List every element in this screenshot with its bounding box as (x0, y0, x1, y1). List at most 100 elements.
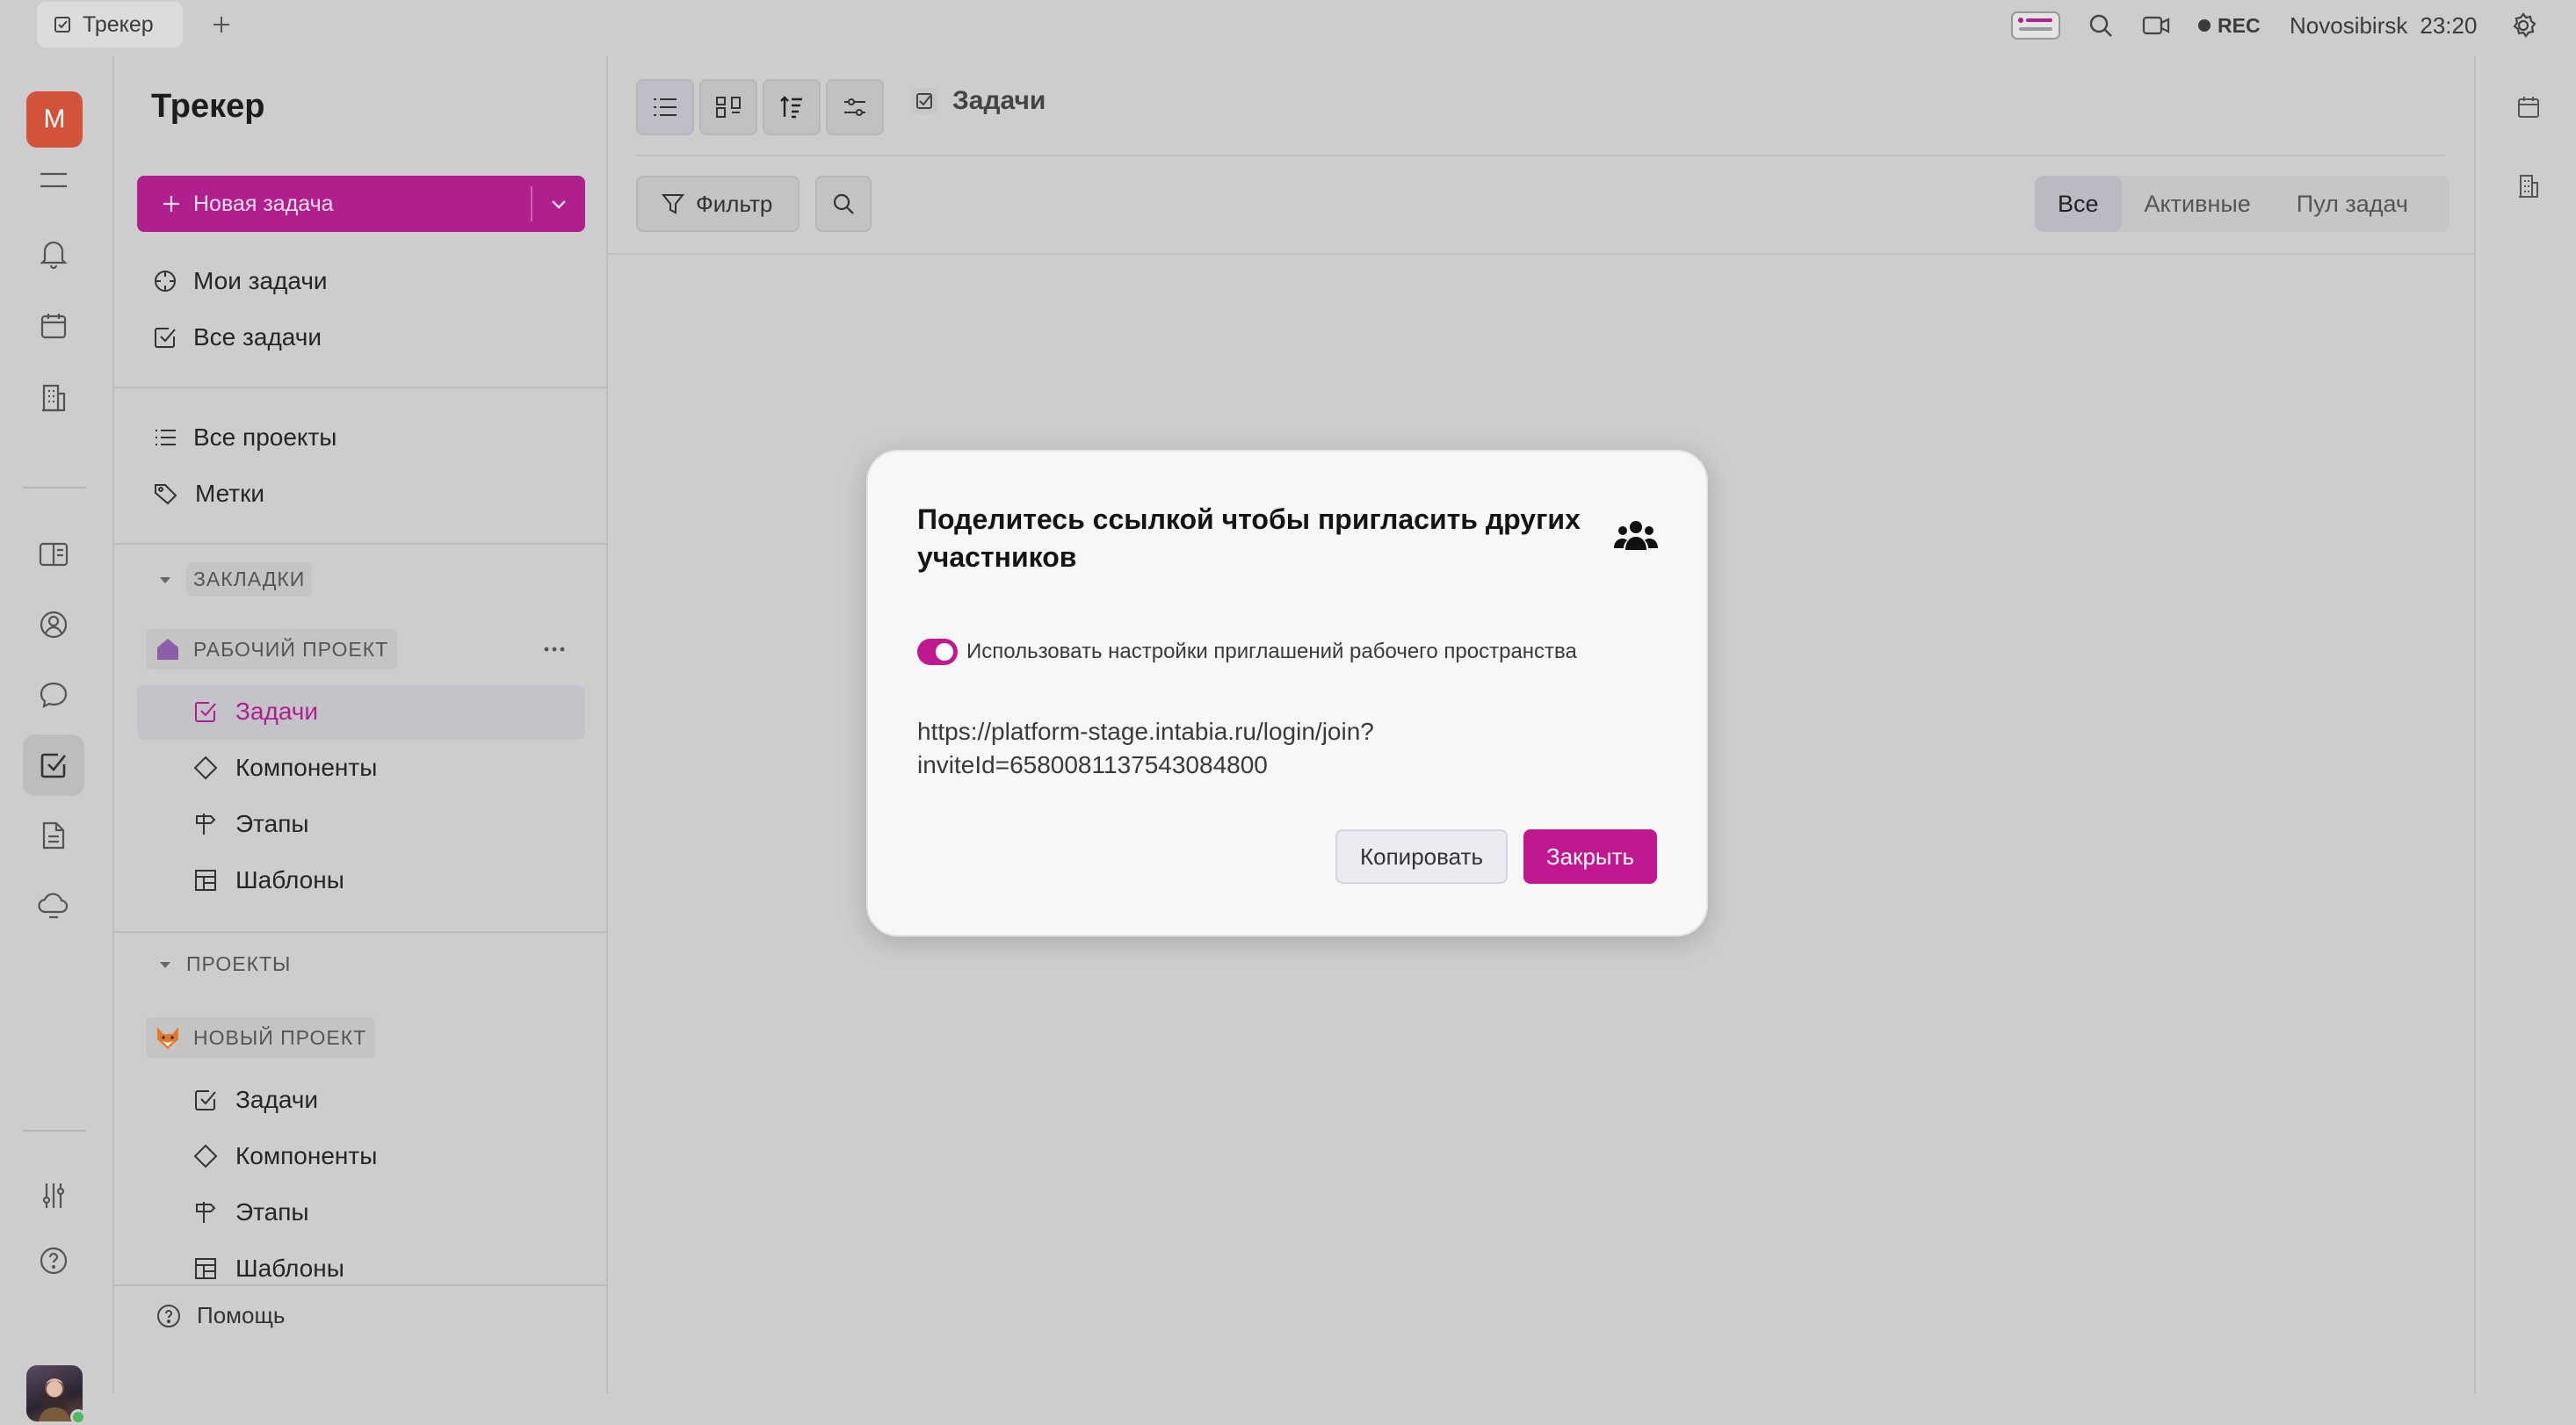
office-building-icon[interactable] (2511, 169, 2546, 204)
caret-down-icon (160, 961, 170, 968)
calendar-icon[interactable] (23, 295, 84, 357)
checkbox-icon (195, 702, 216, 722)
house-icon (157, 639, 178, 660)
help-label: Помощь (197, 1302, 286, 1328)
invite-link-line: inviteId=6580081137543084800 (917, 751, 1268, 778)
filter-button[interactable]: Фильтр (636, 176, 800, 232)
nav-project-components[interactable]: Компоненты (193, 1132, 377, 1181)
nav-label: Шаблоны (235, 1255, 344, 1282)
settings-gear-icon[interactable] (2509, 0, 2537, 51)
new-task-label: Новая задача (193, 191, 334, 216)
chevron-down-icon[interactable] (548, 176, 569, 232)
bell-icon[interactable] (23, 223, 84, 285)
help-circle-icon[interactable] (23, 1230, 84, 1291)
rail-divider (23, 487, 86, 488)
header-divider (636, 155, 2446, 156)
group-icon (1613, 518, 1659, 553)
nav-all-projects[interactable]: Все проекты (153, 413, 336, 462)
nav-divider (114, 931, 608, 933)
workspace-invite-settings-toggle[interactable] (917, 639, 958, 665)
calendar-icon[interactable] (2511, 90, 2546, 125)
nav-workspace-tasks[interactable]: Задачи (193, 687, 318, 736)
chat-icon[interactable] (23, 664, 84, 726)
checkbox-icon (195, 1090, 216, 1110)
project-label: РАБОЧИЙ ПРОЕКТ (193, 637, 389, 661)
diamond-icon (193, 1144, 218, 1168)
video-icon[interactable] (2142, 0, 2170, 51)
cloud-icon[interactable] (23, 875, 84, 937)
office-building-icon[interactable] (23, 367, 84, 429)
list-icon (654, 98, 677, 116)
section-label: ПРОЕКТЫ (186, 952, 292, 975)
segment-all[interactable]: Все (2035, 176, 2122, 232)
tracker-icon[interactable] (23, 734, 84, 796)
help-circle-icon (157, 1304, 180, 1327)
more-options-icon[interactable] (541, 636, 568, 662)
nav-project-tasks[interactable]: Задачи (193, 1075, 318, 1125)
nav-label: Этапы (235, 810, 309, 837)
segment-active[interactable]: Активные (2122, 176, 2274, 232)
search-button[interactable] (815, 176, 872, 232)
nav-label: Все проекты (193, 423, 337, 451)
online-status-dot (70, 1409, 86, 1425)
checkbox-icon (155, 328, 176, 348)
workspace-project-header[interactable]: РАБОЧИЙ ПРОЕКТ (146, 629, 398, 669)
new-task-button[interactable]: Новая задача (137, 176, 585, 232)
documents-icon[interactable] (23, 524, 84, 585)
help-link[interactable]: Помощь (156, 1302, 285, 1329)
nav-label: Шаблоны (235, 866, 344, 893)
document-icon[interactable] (23, 805, 84, 866)
task-scope-segmented-control: Все Активные Пул задач (2035, 176, 2449, 232)
segment-task-pool[interactable]: Пул задач (2274, 176, 2431, 232)
list-icon (156, 430, 176, 445)
record-dot-icon (2198, 19, 2211, 32)
kanban-view-button[interactable] (699, 79, 757, 135)
nav-label: Задачи (235, 1086, 319, 1113)
breadcrumb[interactable]: Задачи (910, 86, 1046, 116)
signpost-icon (196, 1202, 216, 1223)
clock-location: Novosibirsk (2290, 11, 2408, 39)
close-button[interactable]: Закрыть (1523, 829, 1657, 884)
view-options-button[interactable] (826, 79, 884, 135)
target-icon (155, 271, 176, 292)
new-tab-button[interactable] (204, 9, 239, 40)
nav-label: Мои задачи (193, 267, 328, 294)
invite-link[interactable]: https://platform-stage.intabia.ru/login/… (917, 715, 1532, 782)
search-icon[interactable] (2088, 0, 2114, 51)
app-rail: M (0, 56, 114, 1425)
nav-my-tasks[interactable]: Мои задачи (153, 257, 328, 306)
rec-indicator[interactable]: REC (2198, 0, 2261, 51)
copy-button[interactable]: Копировать (1335, 829, 1508, 884)
bookmarks-section-header[interactable]: ЗАКЛАДКИ (158, 562, 313, 597)
workbench-icon[interactable] (2010, 0, 2061, 51)
new-project-header[interactable]: НОВЫЙ ПРОЕКТ (146, 1017, 376, 1058)
tab-tracker[interactable]: Трекер (37, 2, 183, 47)
project-label: НОВЫЙ ПРОЕКТ (193, 1025, 367, 1049)
list-view-button[interactable] (636, 79, 694, 135)
toolbar-divider (608, 253, 2474, 255)
menu-icon[interactable] (23, 149, 84, 211)
nav-divider (114, 543, 608, 545)
checkbox-icon (911, 88, 937, 114)
section-label: ЗАКЛАДКИ (186, 562, 313, 597)
nav-label: Компоненты (235, 1142, 378, 1169)
caret-down-icon (160, 576, 170, 583)
contacts-icon[interactable] (23, 594, 84, 655)
workspace-avatar[interactable]: M (26, 91, 83, 148)
funnel-icon (661, 194, 685, 214)
navigation-panel: Трекер Новая задача Мои задачи Все задач… (114, 56, 608, 1393)
sort-button[interactable] (763, 79, 821, 135)
sliders-icon[interactable] (23, 1165, 84, 1226)
nav-workspace-components[interactable]: Компоненты (193, 743, 377, 792)
nav-all-tasks[interactable]: Все задачи (153, 313, 322, 362)
template-icon (195, 1258, 216, 1279)
toggle-label: Использовать настройки приглашений рабоч… (966, 640, 1577, 663)
clock[interactable]: Novosibirsk 23:20 (2290, 0, 2477, 51)
nav-labels[interactable]: Метки (153, 469, 264, 518)
tag-icon (155, 484, 177, 505)
nav-workspace-milestones[interactable]: Этапы (193, 799, 309, 849)
nav-workspace-templates[interactable]: Шаблоны (193, 856, 344, 905)
projects-section-header[interactable]: ПРОЕКТЫ (158, 952, 291, 976)
diamond-icon (193, 756, 218, 780)
nav-project-milestones[interactable]: Этапы (193, 1188, 309, 1237)
